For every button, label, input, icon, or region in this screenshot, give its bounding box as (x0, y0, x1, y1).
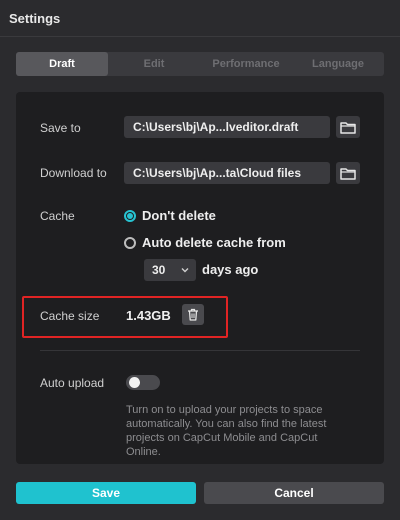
download-to-label: Download to (40, 166, 107, 180)
tab-draft[interactable]: Draft (16, 52, 108, 76)
settings-tabs: Draft Edit Performance Language (16, 52, 384, 76)
cache-label: Cache (40, 209, 75, 223)
tab-edit[interactable]: Edit (108, 52, 200, 76)
download-to-path-field[interactable]: C:\Users\bj\Ap...ta\Cloud files (124, 162, 330, 184)
draft-settings-panel: Save to C:\Users\bj\Ap...lveditor.draft … (16, 92, 384, 464)
section-divider (40, 350, 360, 351)
save-button[interactable]: Save (16, 482, 196, 504)
days-suffix: days ago (202, 262, 259, 277)
auto-upload-description: Turn on to upload your projects to space… (126, 404, 327, 458)
cache-option-label: Don't delete (142, 208, 216, 223)
days-select-value: 30 (152, 263, 166, 277)
title-bar: Settings (0, 0, 400, 36)
folder-icon (340, 167, 356, 180)
cache-size-value: 1.43GB (126, 308, 171, 323)
clear-cache-button[interactable] (182, 304, 204, 325)
cancel-button[interactable]: Cancel (204, 482, 384, 504)
auto-upload-toggle[interactable] (126, 375, 160, 390)
save-to-browse-button[interactable] (336, 116, 360, 138)
days-select[interactable]: 30 (144, 259, 196, 281)
cache-size-label: Cache size (40, 309, 100, 323)
save-to-label: Save to (40, 121, 81, 135)
radio-checked-icon (124, 209, 136, 222)
folder-icon (340, 121, 356, 134)
window-title: Settings (9, 10, 61, 26)
download-to-browse-button[interactable] (336, 162, 360, 184)
auto-upload-label: Auto upload (40, 376, 105, 390)
cache-option-auto-delete[interactable]: Auto delete cache from (124, 235, 286, 250)
trash-icon (188, 308, 198, 321)
chevron-down-icon (181, 268, 189, 273)
cache-option-dont-delete[interactable]: Don't delete (124, 208, 216, 223)
toggle-knob (129, 377, 140, 388)
tab-language[interactable]: Language (292, 52, 384, 76)
radio-unchecked-icon (124, 236, 136, 249)
tab-performance[interactable]: Performance (200, 52, 292, 76)
save-to-path-field[interactable]: C:\Users\bj\Ap...lveditor.draft (124, 116, 330, 138)
title-divider (0, 36, 400, 37)
cache-option-label: Auto delete cache from (142, 235, 286, 250)
